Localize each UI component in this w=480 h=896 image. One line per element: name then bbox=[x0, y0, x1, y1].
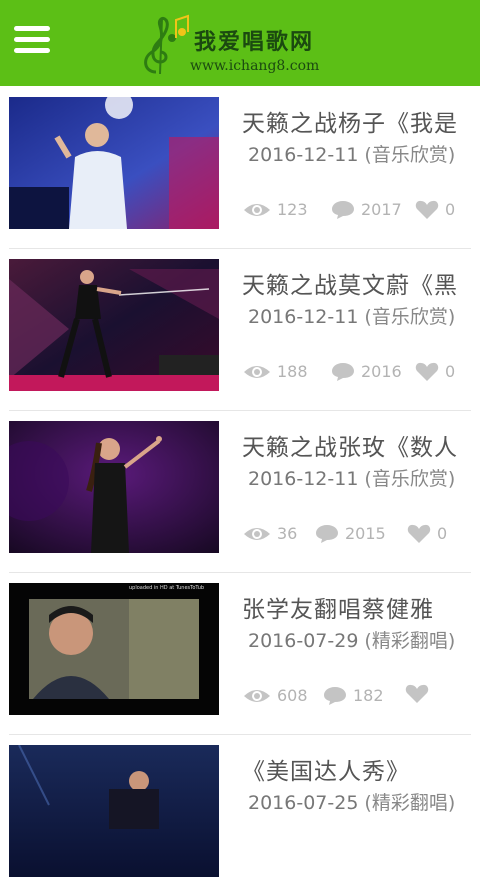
article-category: (精彩翻唱) bbox=[364, 792, 456, 814]
article-date: 2016-12-11 bbox=[248, 306, 359, 328]
like-count[interactable]: 0 bbox=[415, 198, 455, 222]
view-count: 123 bbox=[243, 198, 308, 222]
eye-icon bbox=[244, 366, 270, 378]
thumbnail[interactable]: uploaded in HD at TunesToTub bbox=[9, 583, 219, 715]
eye-icon bbox=[244, 528, 270, 540]
view-count: 608 bbox=[243, 684, 308, 708]
article-meta: 2016-12-11 (音乐欣赏) bbox=[248, 302, 455, 329]
like-count[interactable]: 0 bbox=[407, 522, 447, 546]
article-meta: 2016-12-11 (音乐欣赏) bbox=[248, 140, 455, 167]
article-title[interactable]: 天籁之战杨子《我是 bbox=[242, 104, 471, 138]
eye-icon bbox=[244, 204, 270, 216]
like-count[interactable]: 0 bbox=[415, 360, 455, 384]
heart-icon bbox=[415, 362, 439, 381]
thumbnail-caption: uploaded in HD at TunesToTub bbox=[129, 585, 205, 591]
article-title[interactable]: 天籁之战莫文蔚《黑 bbox=[242, 266, 471, 300]
comment-icon bbox=[332, 363, 354, 381]
site-logo[interactable]: 我爱唱歌网 www.ichang8.com bbox=[138, 10, 338, 80]
article-meta: 2016-07-29 (精彩翻唱) bbox=[248, 626, 455, 653]
thumbnail[interactable] bbox=[9, 421, 219, 553]
article-title[interactable]: 天籁之战张玫《数人 bbox=[242, 428, 471, 462]
thumbnail[interactable] bbox=[9, 259, 219, 391]
view-count: 36 bbox=[243, 522, 297, 546]
list-item[interactable]: 天籁之战莫文蔚《黑 2016-12-11 (音乐欣赏) 188 2016 0 bbox=[9, 248, 471, 411]
heart-icon bbox=[407, 524, 431, 543]
comment-icon bbox=[316, 525, 338, 543]
logo-url: www.ichang8.com bbox=[190, 58, 320, 74]
comment-count: 2017 bbox=[331, 198, 402, 222]
article-category: (音乐欣赏) bbox=[364, 468, 456, 490]
thumbnail[interactable] bbox=[9, 745, 219, 877]
article-stats: 608 182 bbox=[243, 684, 471, 708]
top-bar: 我爱唱歌网 www.ichang8.com bbox=[0, 0, 480, 86]
article-category: (音乐欣赏) bbox=[364, 306, 456, 328]
list-item[interactable]: uploaded in HD at TunesToTub 张学友翻唱蔡健雅 20… bbox=[9, 572, 471, 735]
list-item[interactable]: 天籁之战杨子《我是 2016-12-11 (音乐欣赏) 123 2017 0 bbox=[9, 86, 471, 249]
comment-count: 2015 bbox=[315, 522, 386, 546]
article-date: 2016-07-29 bbox=[248, 630, 359, 652]
article-date: 2016-12-11 bbox=[248, 468, 359, 490]
like-count[interactable] bbox=[405, 684, 435, 704]
eye-icon bbox=[244, 690, 270, 702]
view-count: 188 bbox=[243, 360, 308, 384]
article-meta: 2016-12-11 (音乐欣赏) bbox=[248, 464, 455, 491]
comment-icon bbox=[324, 687, 346, 705]
article-category: (精彩翻唱) bbox=[364, 630, 456, 652]
article-stats: 188 2016 0 bbox=[243, 360, 471, 384]
comment-icon bbox=[332, 201, 354, 219]
heart-icon bbox=[405, 684, 429, 703]
music-note-icon bbox=[144, 14, 189, 75]
logo-title: 我爱唱歌网 bbox=[194, 29, 315, 55]
comment-count: 182 bbox=[323, 684, 384, 708]
article-meta: 2016-07-25 (精彩翻唱) bbox=[248, 788, 455, 815]
heart-icon bbox=[415, 200, 439, 219]
list-item[interactable]: 天籁之战张玫《数人 2016-12-11 (音乐欣赏) 36 2015 0 bbox=[9, 410, 471, 573]
list-item[interactable]: 《美国达人秀》 2016-07-25 (精彩翻唱) bbox=[9, 734, 471, 896]
comment-count: 2016 bbox=[331, 360, 402, 384]
article-title[interactable]: 《美国达人秀》 bbox=[242, 752, 471, 786]
article-stats: 123 2017 0 bbox=[243, 198, 471, 222]
article-title[interactable]: 张学友翻唱蔡健雅 bbox=[242, 590, 471, 624]
thumbnail[interactable] bbox=[9, 97, 219, 229]
menu-icon[interactable] bbox=[14, 26, 50, 56]
article-stats: 36 2015 0 bbox=[243, 522, 471, 546]
article-date: 2016-07-25 bbox=[248, 792, 359, 814]
article-date: 2016-12-11 bbox=[248, 144, 359, 166]
article-category: (音乐欣赏) bbox=[364, 144, 456, 166]
